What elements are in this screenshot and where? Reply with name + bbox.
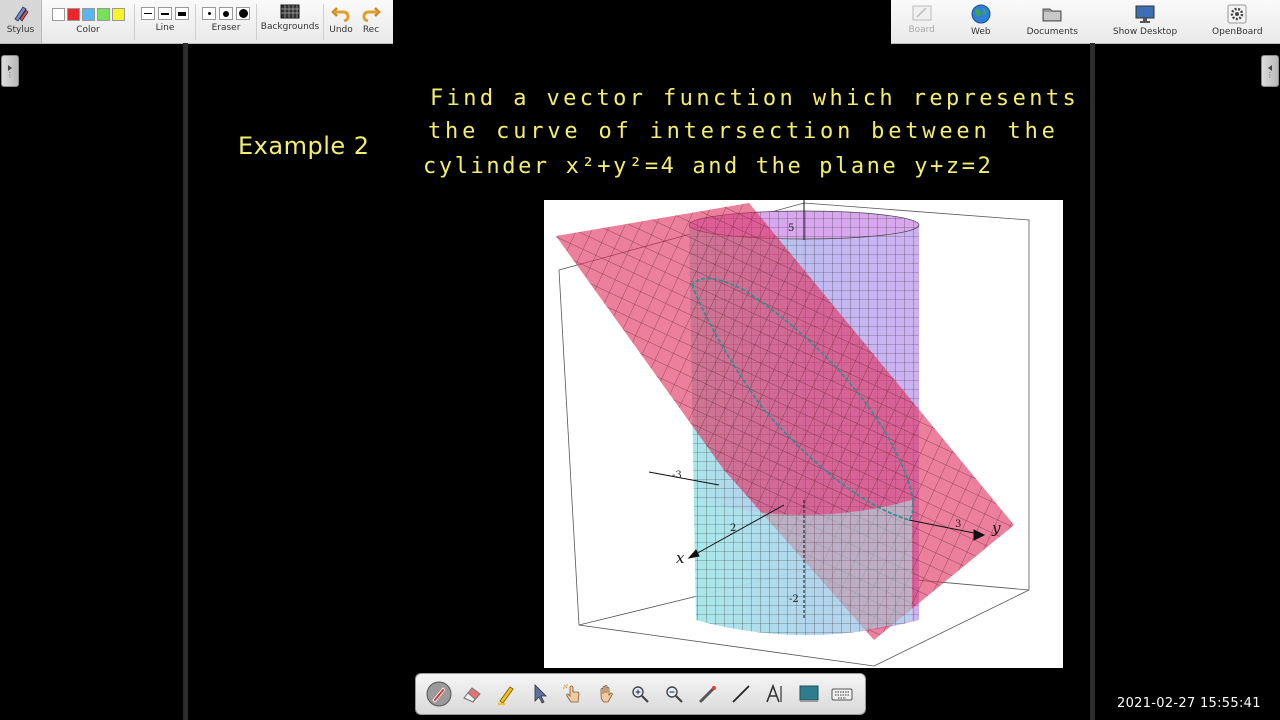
folder-icon <box>1042 8 1062 22</box>
intersection-plot: 5 -3 2 3 -2 x y <box>544 200 1063 668</box>
openboard-label: OpenBoard <box>1212 27 1263 37</box>
show-desktop-label: Show Desktop <box>1112 27 1178 37</box>
cursor-arrow-icon <box>534 684 547 704</box>
tick-x-neg: -3 <box>672 470 682 481</box>
globe-icon <box>971 4 991 24</box>
hand-icon <box>600 685 613 703</box>
eraser-tool-button[interactable] <box>458 680 486 708</box>
stylus-toolbar: Stylus Color Line Eraser Backgrounds Und… <box>0 0 393 44</box>
highlighter-tool-button[interactable] <box>492 680 520 708</box>
eraser-medium-button[interactable] <box>219 7 233 20</box>
eraser-group: Eraser <box>196 0 256 43</box>
color-swatch-green[interactable] <box>96 8 110 21</box>
tick-z-top: 5 <box>788 223 794 234</box>
stylus-label: Stylus <box>6 25 35 35</box>
example-label: Example 2 <box>238 132 370 160</box>
left-panel-handle[interactable]: ⋮ <box>1 55 19 87</box>
text-tool-button[interactable] <box>761 680 789 708</box>
keyboard-tool-button[interactable] <box>828 680 856 708</box>
web-button[interactable]: Web <box>970 0 992 37</box>
screen-capture-icon <box>799 685 818 702</box>
zoom-out-tool-button[interactable] <box>660 680 688 708</box>
board-left-edge <box>183 43 188 720</box>
backgrounds-button[interactable]: Backgrounds <box>257 0 323 43</box>
color-label: Color <box>76 25 100 35</box>
problem-line-1: Find a vector function which represents <box>430 86 1080 111</box>
backgrounds-label: Backgrounds <box>260 22 320 32</box>
tick-z-neg: -2 <box>789 594 799 605</box>
documents-label: Documents <box>1026 27 1078 37</box>
redo-icon <box>362 7 381 22</box>
color-swatch-white[interactable] <box>51 8 65 21</box>
eraser-small-button[interactable] <box>202 7 216 20</box>
line-group: Line <box>135 0 195 43</box>
eraser-icon <box>463 687 482 703</box>
navigation-toolbar: Board Web Documents Show Desktop OpenBoa… <box>891 0 1280 44</box>
tool-palette <box>415 673 866 715</box>
laser-pointer-icon <box>699 686 716 703</box>
openboard-menu-button[interactable]: OpenBoard <box>1212 0 1263 37</box>
zoom-out-icon <box>666 686 683 703</box>
recording-timestamp: 2021-02-27 15:55:41 <box>1117 696 1261 711</box>
line-medium-button[interactable] <box>158 7 172 20</box>
zoom-in-icon <box>632 686 650 703</box>
board-icon <box>912 5 932 21</box>
laser-pointer-tool-button[interactable] <box>694 680 722 708</box>
grid-background-icon <box>280 4 300 19</box>
select-tool-button[interactable] <box>526 680 554 708</box>
interact-tool-button[interactable] <box>559 680 587 708</box>
web-label: Web <box>970 27 991 37</box>
color-swatch-red[interactable] <box>66 8 80 21</box>
text-icon <box>766 683 782 703</box>
line-icon <box>732 685 750 703</box>
capture-tool-button[interactable] <box>795 680 823 708</box>
color-swatch-blue[interactable] <box>81 8 95 21</box>
axis-label-x: x <box>676 549 685 567</box>
line-tool-button[interactable] <box>727 680 755 708</box>
keyboard-icon <box>831 688 853 701</box>
undo-icon <box>331 7 350 22</box>
axis-label-y: y <box>991 519 1001 537</box>
stylus-icon <box>13 6 29 22</box>
problem-line-3: cylinder x²+y²=4 and the plane y+z=2 <box>423 154 994 179</box>
color-group: Color <box>42 0 134 43</box>
pointing-hand-icon <box>563 684 580 703</box>
show-desktop-button[interactable]: Show Desktop <box>1113 0 1177 37</box>
board-right-edge <box>1090 43 1095 720</box>
line-thin-button[interactable] <box>141 7 155 20</box>
line-label: Line <box>155 23 175 33</box>
undo-label: Undo <box>329 25 353 35</box>
gear-icon <box>1227 4 1247 24</box>
pen-tool-button[interactable] <box>425 680 453 708</box>
zoom-in-tool-button[interactable] <box>626 680 654 708</box>
hand-tool-button[interactable] <box>593 680 621 708</box>
eraser-large-button[interactable] <box>236 7 250 20</box>
monitor-icon <box>1135 5 1155 23</box>
color-swatch-yellow[interactable] <box>111 8 125 21</box>
openboard-window: Stylus Color Line Eraser Backgrounds Und… <box>0 0 1280 720</box>
undo-button[interactable]: Undo <box>324 0 358 43</box>
tick-x-pos: 2 <box>730 523 736 534</box>
tick-y-pos: 3 <box>955 519 961 530</box>
redo-label: Rec <box>362 25 380 35</box>
pen-icon <box>426 681 452 707</box>
line-thick-button[interactable] <box>175 7 189 20</box>
documents-button[interactable]: Documents <box>1027 0 1078 37</box>
eraser-label: Eraser <box>211 23 241 33</box>
board-label: Board <box>908 25 935 35</box>
stylus-button[interactable]: Stylus <box>0 0 42 43</box>
board-button[interactable]: Board <box>908 0 935 35</box>
redo-button[interactable]: Rec <box>358 0 384 43</box>
highlighter-icon <box>498 686 514 705</box>
plot-canvas: 5 -3 2 3 -2 x y <box>556 200 1030 667</box>
problem-line-2: the curve of intersection between the <box>428 119 1059 144</box>
right-panel-handle[interactable]: ⋮ <box>1261 55 1279 87</box>
